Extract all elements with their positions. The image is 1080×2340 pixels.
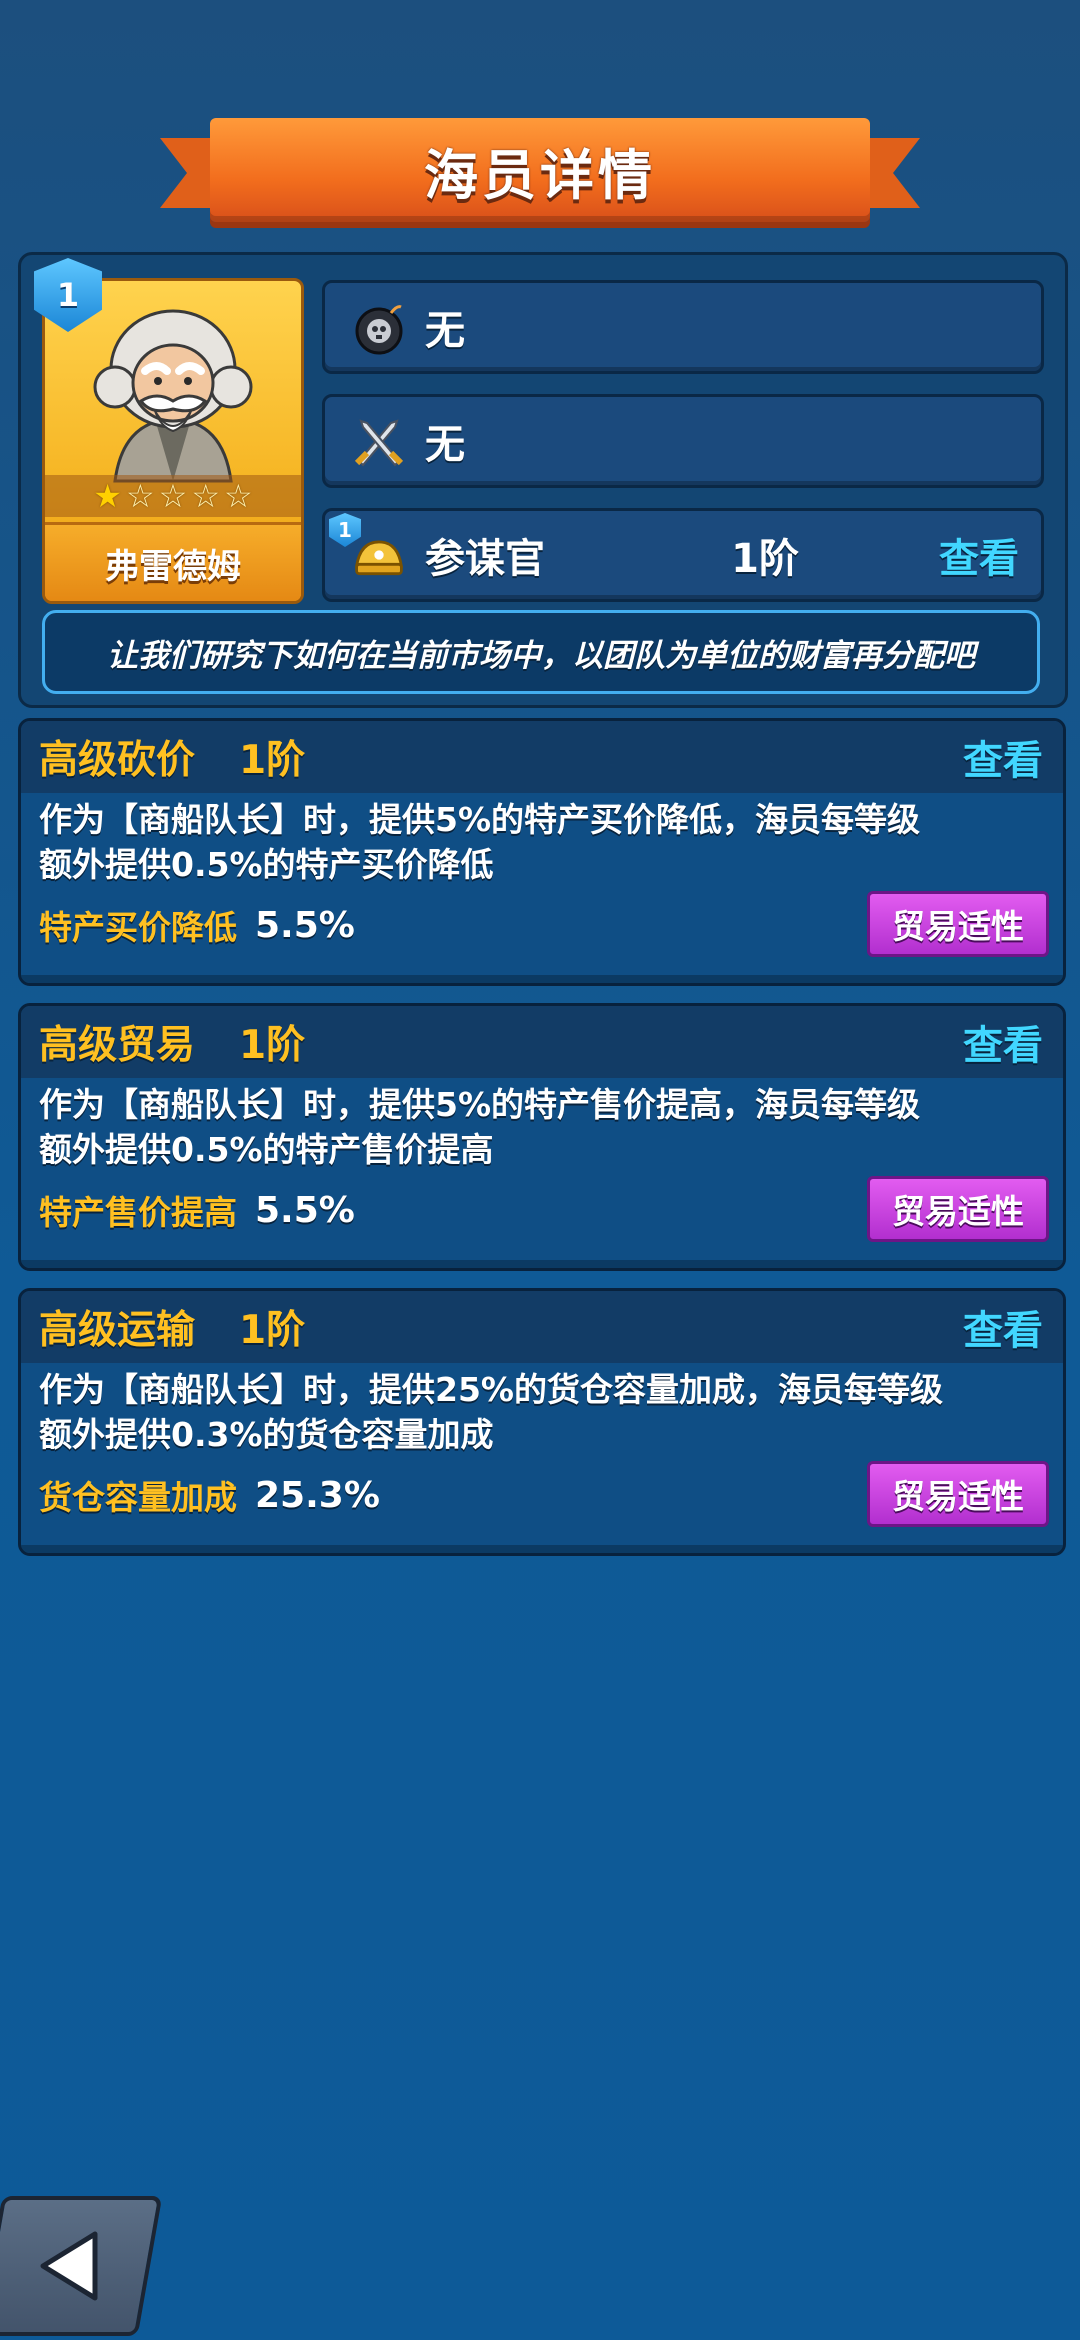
skill-description-line: 作为【商船队长】时，提供25%的货仓容量加成，海员每等级 — [39, 1370, 943, 1409]
skill-stat-label: 特产买价降低 — [39, 908, 237, 947]
role-name: 参谋官 — [425, 536, 545, 582]
star-rating: ★ ☆ ☆ ☆ ☆ — [45, 475, 301, 517]
crew-quote: 让我们研究下如何在当前市场中，以团队为单位的财富再分配吧 — [107, 637, 975, 674]
equipment-slot-weapon[interactable]: 无 — [322, 280, 1044, 374]
star-icon: ☆ — [158, 477, 188, 515]
page-title: 海员详情 — [424, 143, 656, 207]
trade-aptitude-button[interactable]: 贸易适性 — [867, 891, 1049, 957]
star-icon: ☆ — [191, 477, 221, 515]
skill-description: 作为【商船队长】时，提供5%的特产买价降低，海员每等级 额外提供0.5%的特产买… — [39, 797, 1047, 887]
star-icon: ★ — [93, 477, 122, 515]
trade-aptitude-button[interactable]: 贸易适性 — [867, 1461, 1049, 1527]
skill-description: 作为【商船队长】时，提供5%的特产售价提高，海员每等级 额外提供0.5%的特产售… — [39, 1082, 1047, 1172]
role-tier: 1阶 — [731, 536, 799, 582]
officer-hat-icon: 1 — [329, 513, 407, 583]
back-arrow-icon — [40, 2231, 98, 2301]
trade-aptitude-button[interactable]: 贸易适性 — [867, 1176, 1049, 1242]
skill-description-line: 额外提供0.5%的特产售价提高 — [39, 1130, 494, 1169]
skill-view-button[interactable]: 查看 — [963, 1013, 1043, 1071]
skill-stat: 货仓容量加成 25.3% — [39, 1471, 380, 1519]
skill-stat-value: 25.3% — [255, 1474, 380, 1516]
crew-portrait-card[interactable]: ★ ☆ ☆ ☆ ☆ 弗雷德姆 — [42, 278, 304, 604]
skill-stat-label: 货仓容量加成 — [39, 1478, 237, 1517]
skill-card-footer — [21, 1545, 1063, 1553]
equipment-slot-sword[interactable]: 无 — [322, 394, 1044, 488]
slot-value: 无 — [425, 422, 465, 468]
skill-tier: 1阶 — [239, 1023, 306, 1068]
skill-stat-label: 特产售价提高 — [39, 1193, 237, 1232]
skill-stat: 特产买价降低 5.5% — [39, 901, 355, 949]
crew-name: 弗雷德姆 — [45, 522, 301, 601]
skill-description-line: 作为【商船队长】时，提供5%的特产买价降低，海员每等级 — [39, 800, 921, 839]
star-icon: ☆ — [224, 477, 253, 515]
skill-tier: 1阶 — [239, 738, 306, 783]
skill-stat: 特产售价提高 5.5% — [39, 1186, 355, 1234]
role-view-button[interactable]: 查看 — [939, 526, 1019, 584]
star-icon: ☆ — [125, 477, 155, 515]
skill-name: 高级砍价 — [39, 738, 196, 783]
skill-view-button[interactable]: 查看 — [963, 728, 1043, 786]
skill-description-line: 额外提供0.5%的特产买价降低 — [39, 845, 494, 884]
skill-description-line: 额外提供0.3%的货仓容量加成 — [39, 1415, 494, 1454]
skill-stat-value: 5.5% — [255, 1189, 355, 1231]
skill-tier: 1阶 — [239, 1308, 306, 1353]
title-banner: 海员详情 — [160, 118, 920, 228]
crossed-swords-icon — [351, 413, 407, 469]
skill-view-button[interactable]: 查看 — [963, 1298, 1043, 1356]
skill-stat-value: 5.5% — [255, 904, 355, 946]
slot-value: 无 — [425, 308, 465, 354]
bomb-skull-icon — [351, 299, 407, 355]
skill-card-footer — [21, 1260, 1063, 1268]
crew-role-row: 1 参谋官 1阶 查看 — [322, 508, 1044, 602]
skill-card: 高级运输 1阶 查看 作为【商船队长】时，提供25%的货仓容量加成，海员每等级 … — [18, 1288, 1066, 1556]
banner-plate: 海员详情 — [210, 118, 870, 222]
crew-quote-box: 让我们研究下如何在当前市场中，以团队为单位的财富再分配吧 — [42, 610, 1040, 694]
skill-card: 高级砍价 1阶 查看 作为【商船队长】时，提供5%的特产买价降低，海员每等级 额… — [18, 718, 1066, 986]
skill-card: 高级贸易 1阶 查看 作为【商船队长】时，提供5%的特产售价提高，海员每等级 额… — [18, 1003, 1066, 1271]
skill-name: 高级运输 — [39, 1308, 196, 1353]
back-button[interactable] — [0, 2196, 163, 2336]
skill-card-footer — [21, 975, 1063, 983]
skill-header: 高级贸易 1阶 查看 — [21, 1006, 1063, 1078]
skill-description-line: 作为【商船队长】时，提供5%的特产售价提高，海员每等级 — [39, 1085, 921, 1124]
skill-description: 作为【商船队长】时，提供25%的货仓容量加成，海员每等级 额外提供0.3%的货仓… — [39, 1367, 1047, 1457]
skill-header: 高级运输 1阶 查看 — [21, 1291, 1063, 1363]
skill-name: 高级贸易 — [39, 1023, 196, 1068]
skill-header: 高级砍价 1阶 查看 — [21, 721, 1063, 793]
